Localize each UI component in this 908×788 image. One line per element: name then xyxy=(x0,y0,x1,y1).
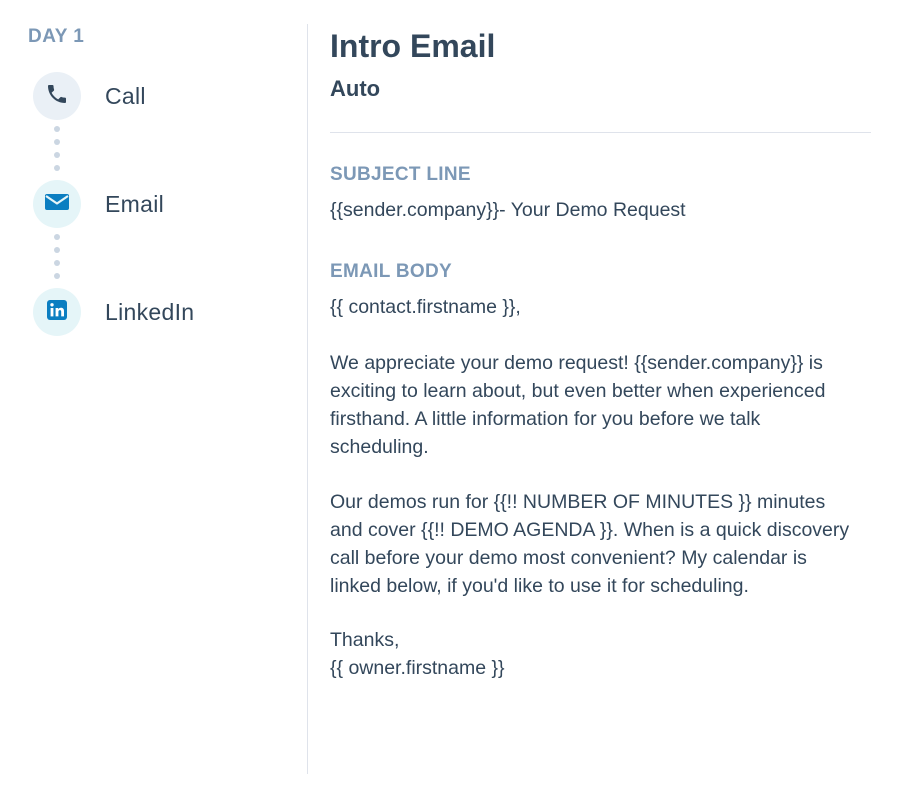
step-call-label: Call xyxy=(105,82,146,109)
email-paragraph-2: Our demos run for {{!! NUMBER OF MINUTES… xyxy=(330,488,875,600)
linkedin-icon xyxy=(47,299,67,325)
step-call-badge xyxy=(33,72,81,120)
step-linkedin-badge xyxy=(33,288,81,336)
step-mode: Auto xyxy=(330,76,381,101)
text-line: firsthand. A little information for you … xyxy=(330,408,761,430)
text-line: scheduling. xyxy=(330,436,429,458)
step-linkedin[interactable]: LinkedIn xyxy=(33,288,194,336)
step-call[interactable]: Call xyxy=(33,72,146,120)
day-label: DAY 1 xyxy=(28,26,85,47)
vertical-divider xyxy=(307,24,308,774)
step-email-badge xyxy=(33,180,81,228)
subject-line-label: SUBJECT LINE xyxy=(330,164,471,185)
text-line: linked below, if you'd like to use it fo… xyxy=(330,575,749,597)
email-signoff: Thanks, xyxy=(330,629,400,651)
connector-dots xyxy=(54,126,60,178)
text-line: Our demos run for {{!! NUMBER OF MINUTES… xyxy=(330,491,826,513)
email-greeting: {{ contact.firstname }}, xyxy=(330,296,521,318)
email-signature: {{ owner.firstname }} xyxy=(330,657,505,679)
text-line: exciting to learn about, but even better… xyxy=(330,380,826,402)
step-linkedin-label: LinkedIn xyxy=(105,298,195,325)
envelope-icon xyxy=(44,192,70,217)
text-line: and cover {{!! DEMO AGENDA }}. When is a… xyxy=(330,519,850,541)
page-title: Intro Email xyxy=(330,28,496,64)
subject-line-value: {{sender.company}}- Your Demo Request xyxy=(330,199,686,221)
step-email[interactable]: Email xyxy=(33,180,164,228)
step-email-label: Email xyxy=(105,190,165,217)
email-body: {{ contact.firstname }}, xyxy=(330,293,875,321)
text-line: We appreciate your demo request! {{sende… xyxy=(330,352,823,374)
email-signoff-block: Thanks, {{ owner.firstname }} xyxy=(330,626,875,682)
email-body-label: EMAIL BODY xyxy=(330,261,452,282)
connector-dots xyxy=(54,234,60,286)
text-line: call before your demo most convenient? M… xyxy=(330,547,807,569)
header-divider xyxy=(330,132,871,133)
sequence-sidebar: DAY 1 Call Email LinkedIn xyxy=(0,0,308,788)
phone-icon xyxy=(45,82,69,111)
email-paragraph-1: We appreciate your demo request! {{sende… xyxy=(330,349,875,461)
